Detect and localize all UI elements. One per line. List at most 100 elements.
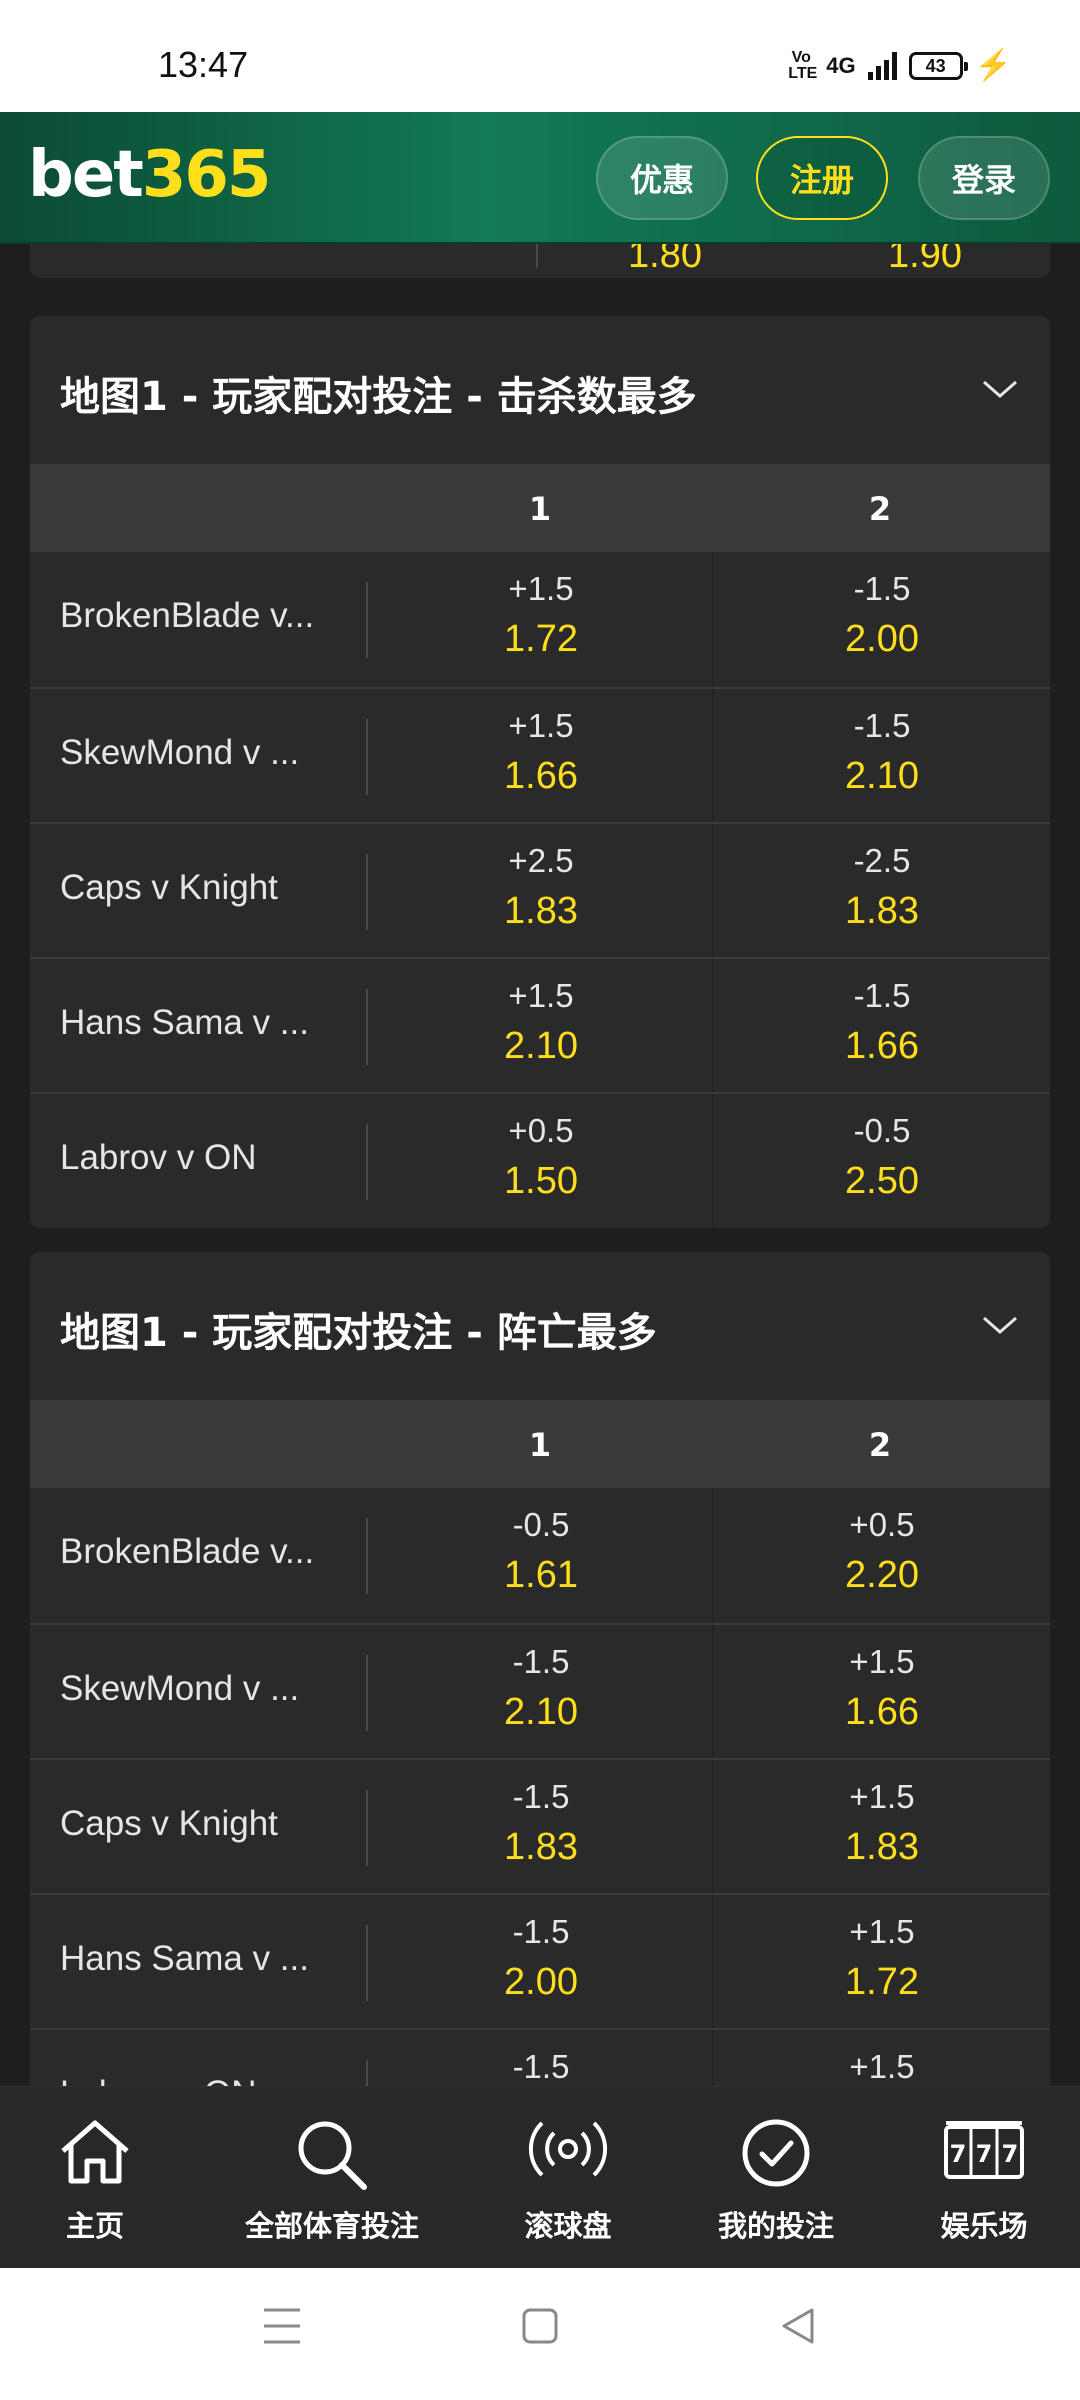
odds-value: 1.83 bbox=[504, 890, 578, 932]
odds-cell[interactable]: +1.5 1.72 bbox=[712, 1895, 1050, 2028]
tab-all-sports[interactable]: 全部体育投注 bbox=[232, 2087, 432, 2269]
row-divider bbox=[366, 2060, 368, 2086]
matchup-name[interactable]: Labrov v ON bbox=[60, 2074, 256, 2086]
matchup-name[interactable]: Hans Sama v ... bbox=[60, 1939, 309, 1979]
join-button[interactable]: 注册 bbox=[756, 136, 888, 220]
home-nav-button[interactable] bbox=[520, 2304, 560, 2352]
handicap-line: +1.5 bbox=[849, 1913, 915, 1950]
tab-my-bets[interactable]: 我的投注 bbox=[676, 2087, 876, 2269]
tab-home[interactable]: 主页 bbox=[0, 2087, 195, 2269]
column-header: 1 2 bbox=[30, 464, 1050, 552]
table-row: BrokenBlade v... -0.5 1.61 +0.5 2.20 bbox=[30, 1488, 1050, 1623]
chevron-down-icon[interactable] bbox=[980, 374, 1020, 404]
handicap-line: +1.5 bbox=[508, 570, 574, 607]
matchup-name[interactable]: BrokenBlade v... bbox=[60, 596, 314, 636]
handicap-line: -1.5 bbox=[853, 570, 911, 607]
handicap-line: +0.5 bbox=[508, 1112, 574, 1149]
row-divider bbox=[366, 1655, 368, 1731]
column-label-1: 1 bbox=[528, 1426, 552, 1464]
odds-cell[interactable]: -1.5 2.00 bbox=[712, 552, 1050, 685]
table-row: Caps v Knight +2.5 1.83 -2.5 1.83 bbox=[30, 822, 1050, 957]
odds-cell[interactable]: +1.5 2.10 bbox=[372, 959, 710, 1092]
logo-365-text: 365 bbox=[141, 138, 272, 212]
app-header: bet365 优惠 注册 登录 bbox=[0, 112, 1080, 244]
matchup-name[interactable]: BrokenBlade v... bbox=[60, 1532, 314, 1572]
market-header[interactable]: 地图1 - 玩家配对投注 - 阵亡最多 bbox=[30, 1252, 1050, 1400]
matchup-name[interactable]: Hans Sama v ... bbox=[60, 1003, 309, 1043]
row-divider bbox=[366, 989, 368, 1065]
odds-cell[interactable]: -1.5 2.00 bbox=[372, 1895, 710, 2028]
handicap-line: -2.5 bbox=[853, 842, 911, 879]
odds-value: 1.83 bbox=[845, 890, 919, 932]
odds-cell[interactable]: +1.5 1.66 bbox=[372, 689, 710, 822]
market-title: 地图1 - 玩家配对投注 - 阵亡最多 bbox=[60, 1310, 657, 1356]
matchup-name[interactable]: Caps v Knight bbox=[60, 1804, 278, 1844]
column-label-2: 2 bbox=[868, 490, 892, 528]
odds-cell[interactable]: -0.5 2.50 bbox=[712, 1094, 1050, 1227]
odds-value[interactable]: 1.90 bbox=[860, 244, 990, 277]
odds-cell[interactable]: -1.5 2.10 bbox=[372, 1625, 710, 1758]
matchup-name[interactable]: Caps v Knight bbox=[60, 868, 278, 908]
odds-cell[interactable]: +1.5 1.83 bbox=[712, 1760, 1050, 1893]
svg-text:7: 7 bbox=[950, 2140, 967, 2168]
logo-bet-text: bet bbox=[28, 138, 144, 212]
odds-cell[interactable]: -1.5 1.66 bbox=[712, 959, 1050, 1092]
odds-cell[interactable]: -0.5 1.61 bbox=[372, 1488, 710, 1621]
odds-cell[interactable]: -1.5 1.83 bbox=[372, 1760, 710, 1893]
battery-icon: 43 bbox=[908, 51, 968, 80]
column-header: 1 2 bbox=[30, 1400, 1050, 1488]
odds-value: 1.61 bbox=[504, 1554, 578, 1596]
chevron-down-icon[interactable] bbox=[980, 1310, 1020, 1340]
check-circle-icon bbox=[742, 2119, 810, 2187]
odds-cell[interactable]: +2.5 1.83 bbox=[372, 824, 710, 957]
odds-cell[interactable]: +0.5 2.20 bbox=[712, 1488, 1050, 1621]
market-title: 地图1 - 玩家配对投注 - 击杀数最多 bbox=[60, 374, 697, 420]
matchup-name[interactable]: Labrov v ON bbox=[60, 1138, 256, 1178]
home-icon bbox=[61, 2120, 129, 2184]
volte-icon: Vo LTE bbox=[788, 48, 818, 82]
market-panel-deaths: 地图1 - 玩家配对投注 - 阵亡最多 1 2 BrokenBlade v...… bbox=[30, 1252, 1050, 2086]
tab-label: 滚球盘 bbox=[524, 2209, 612, 2243]
live-broadcast-icon bbox=[528, 2121, 608, 2177]
odds-value[interactable]: 1.80 bbox=[600, 244, 730, 277]
market-panel-kills: 地图1 - 玩家配对投注 - 击杀数最多 1 2 BrokenBlade v..… bbox=[30, 316, 1050, 1228]
odds-cell[interactable]: -2.5 1.83 bbox=[712, 824, 1050, 957]
handicap-line: +1.5 bbox=[849, 1778, 915, 1815]
odds-cell[interactable]: +1.5 1.66 bbox=[712, 1625, 1050, 1758]
odds-value: 1.83 bbox=[845, 1826, 919, 1868]
odds-cell[interactable]: -1.5 bbox=[372, 2030, 710, 2086]
market-header[interactable]: 地图1 - 玩家配对投注 - 击杀数最多 bbox=[30, 316, 1050, 464]
market-list[interactable]: 1.80 1.90 地图1 - 玩家配对投注 - 击杀数最多 1 2 Broke… bbox=[0, 244, 1080, 2086]
back-nav-button[interactable] bbox=[778, 2304, 818, 2352]
tab-casino[interactable]: 777 娱乐场 bbox=[884, 2087, 1080, 2269]
row-divider bbox=[366, 854, 368, 930]
recent-apps-button[interactable] bbox=[262, 2304, 302, 2352]
matchup-name[interactable]: SkewMond v ... bbox=[60, 733, 299, 773]
odds-value: 1.66 bbox=[845, 1025, 919, 1067]
odds-cell[interactable]: +1.5 bbox=[712, 2030, 1050, 2086]
status-icons: Vo LTE 4G 43 ⚡ bbox=[788, 48, 1012, 83]
network-type: 4G bbox=[826, 52, 856, 78]
svg-text:7: 7 bbox=[1002, 2140, 1019, 2168]
table-row: Hans Sama v ... -1.5 2.00 +1.5 1.72 bbox=[30, 1893, 1050, 2028]
row-divider bbox=[366, 582, 368, 658]
odds-value: 1.83 bbox=[504, 1826, 578, 1868]
odds-value: 1.66 bbox=[504, 755, 578, 797]
odds-cell[interactable]: +0.5 1.50 bbox=[372, 1094, 710, 1227]
odds-value: 2.00 bbox=[504, 1961, 578, 2003]
handicap-line: -1.5 bbox=[512, 1913, 570, 1950]
bet365-logo[interactable]: bet365 bbox=[28, 138, 272, 212]
table-row: SkewMond v ... -1.5 2.10 +1.5 1.66 bbox=[30, 1623, 1050, 1758]
offers-button[interactable]: 优惠 bbox=[596, 136, 728, 220]
odds-cell[interactable]: +1.5 1.72 bbox=[372, 552, 710, 685]
handicap-line: +0.5 bbox=[849, 1506, 915, 1543]
odds-cell[interactable]: -1.5 2.10 bbox=[712, 689, 1050, 822]
row-divider bbox=[366, 719, 368, 795]
matchup-name[interactable]: SkewMond v ... bbox=[60, 1669, 299, 1709]
row-divider bbox=[366, 1925, 368, 2001]
back-triangle-icon bbox=[782, 2308, 814, 2344]
login-button[interactable]: 登录 bbox=[918, 136, 1050, 220]
menu-icon bbox=[264, 2308, 300, 2344]
tab-label: 我的投注 bbox=[717, 2209, 834, 2243]
tab-in-play[interactable]: 滚球盘 bbox=[468, 2087, 668, 2269]
